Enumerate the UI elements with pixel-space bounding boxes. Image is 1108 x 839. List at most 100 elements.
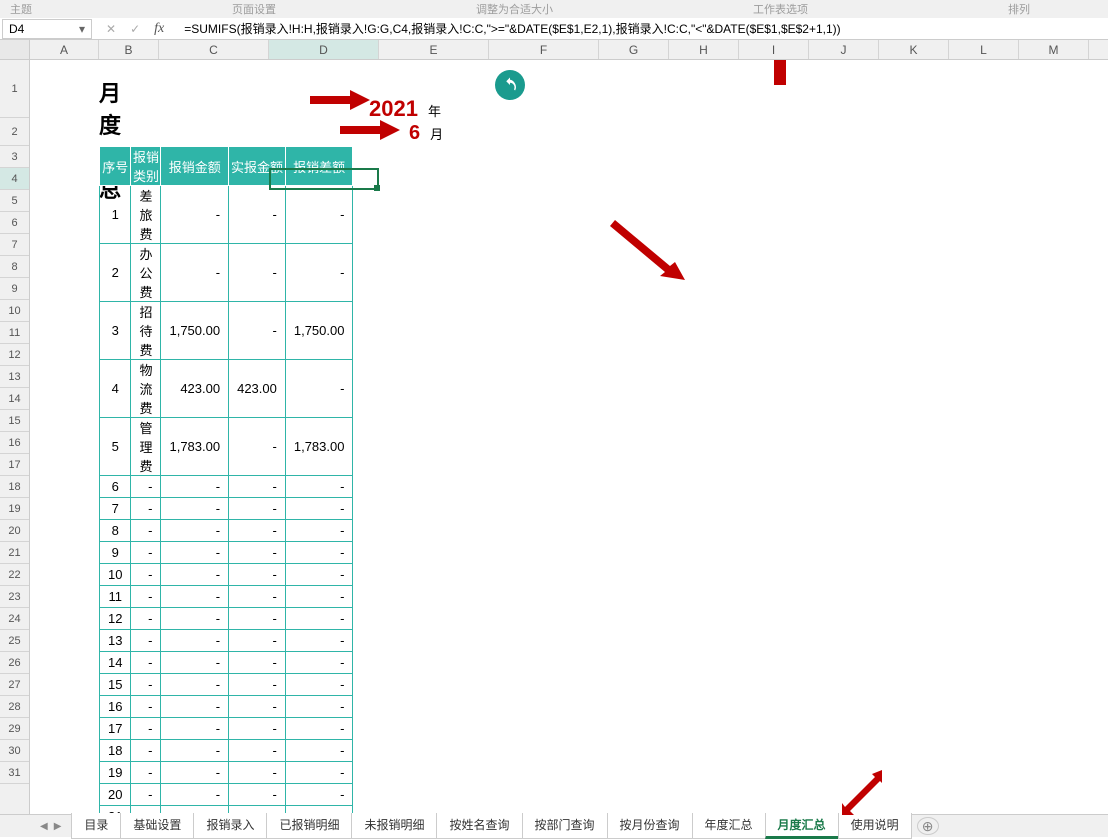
cell[interactable]: 7 bbox=[100, 498, 131, 520]
cell[interactable]: 8 bbox=[100, 520, 131, 542]
row-header[interactable]: 5 bbox=[0, 190, 29, 212]
sheet-tab[interactable]: 已报销明细 bbox=[266, 813, 352, 839]
select-all-corner[interactable] bbox=[0, 40, 30, 59]
fill-handle[interactable] bbox=[374, 185, 380, 191]
row-header[interactable]: 9 bbox=[0, 278, 29, 300]
cell[interactable]: - bbox=[229, 784, 286, 806]
row-header[interactable]: 29 bbox=[0, 718, 29, 740]
cell[interactable]: - bbox=[131, 542, 161, 564]
row-header[interactable]: 8 bbox=[0, 256, 29, 278]
col-header-C[interactable]: C bbox=[159, 40, 269, 59]
cell[interactable]: - bbox=[161, 718, 229, 740]
cell[interactable]: - bbox=[285, 762, 353, 784]
cell[interactable]: - bbox=[161, 498, 229, 520]
cell[interactable]: 10 bbox=[100, 564, 131, 586]
cell[interactable]: 2 bbox=[100, 244, 131, 302]
cell[interactable]: 18 bbox=[100, 740, 131, 762]
cell[interactable]: - bbox=[229, 586, 286, 608]
cell[interactable]: - bbox=[229, 740, 286, 762]
cell[interactable]: - bbox=[285, 564, 353, 586]
cell[interactable]: - bbox=[285, 652, 353, 674]
cell[interactable]: - bbox=[131, 784, 161, 806]
row-header[interactable]: 19 bbox=[0, 498, 29, 520]
cell[interactable]: - bbox=[131, 718, 161, 740]
cell[interactable]: - bbox=[229, 696, 286, 718]
cell[interactable]: - bbox=[229, 302, 286, 360]
cell[interactable]: - bbox=[161, 244, 229, 302]
col-header-K[interactable]: K bbox=[879, 40, 949, 59]
name-box[interactable]: D4 ▾ bbox=[2, 19, 92, 39]
cell[interactable]: - bbox=[285, 696, 353, 718]
row-header[interactable]: 6 bbox=[0, 212, 29, 234]
col-header-D[interactable]: D bbox=[269, 40, 379, 59]
cell[interactable]: - bbox=[131, 762, 161, 784]
sheet-tab[interactable]: 目录 bbox=[71, 813, 121, 839]
cell[interactable]: - bbox=[285, 608, 353, 630]
cell[interactable]: 1,750.00 bbox=[161, 302, 229, 360]
cell[interactable]: - bbox=[131, 476, 161, 498]
row-header[interactable]: 23 bbox=[0, 586, 29, 608]
sheet-tab[interactable]: 按部门查询 bbox=[522, 813, 608, 839]
cell[interactable]: - bbox=[131, 586, 161, 608]
row-header[interactable]: 1 bbox=[0, 60, 29, 118]
cell[interactable]: - bbox=[285, 674, 353, 696]
row-header[interactable]: 4 bbox=[0, 168, 29, 190]
cell[interactable]: - bbox=[285, 186, 353, 244]
row-header[interactable]: 7 bbox=[0, 234, 29, 256]
cell[interactable]: - bbox=[229, 608, 286, 630]
cell[interactable]: - bbox=[229, 674, 286, 696]
row-header[interactable]: 18 bbox=[0, 476, 29, 498]
name-box-dropdown-icon[interactable]: ▾ bbox=[79, 22, 85, 36]
cell[interactable]: - bbox=[161, 608, 229, 630]
month-value[interactable]: 6 bbox=[409, 122, 420, 145]
cell[interactable]: - bbox=[285, 718, 353, 740]
tab-nav-prev-icon[interactable]: ◀ bbox=[40, 821, 48, 832]
cell[interactable]: - bbox=[229, 520, 286, 542]
col-header-M[interactable]: M bbox=[1019, 40, 1089, 59]
sheet-tab[interactable]: 按月份查询 bbox=[607, 813, 693, 839]
sheet-tab[interactable]: 使用说明 bbox=[838, 813, 912, 839]
cell[interactable]: - bbox=[229, 476, 286, 498]
cell[interactable]: - bbox=[229, 186, 286, 244]
cell[interactable]: 4 bbox=[100, 360, 131, 418]
cell[interactable]: 3 bbox=[100, 302, 131, 360]
cell[interactable]: 20 bbox=[100, 784, 131, 806]
row-header[interactable]: 2 bbox=[0, 118, 29, 146]
cell[interactable]: - bbox=[161, 186, 229, 244]
cell[interactable]: 13 bbox=[100, 630, 131, 652]
cell[interactable]: - bbox=[131, 520, 161, 542]
cell[interactable]: 16 bbox=[100, 696, 131, 718]
th-amount[interactable]: 报销金额 bbox=[161, 147, 229, 186]
col-header-J[interactable]: J bbox=[809, 40, 879, 59]
row-header[interactable]: 24 bbox=[0, 608, 29, 630]
cell[interactable]: - bbox=[131, 498, 161, 520]
row-header[interactable]: 10 bbox=[0, 300, 29, 322]
cell[interactable]: - bbox=[229, 762, 286, 784]
cell[interactable]: - bbox=[285, 784, 353, 806]
row-header[interactable]: 13 bbox=[0, 366, 29, 388]
col-header-A[interactable]: A bbox=[30, 40, 99, 59]
row-header[interactable]: 26 bbox=[0, 652, 29, 674]
cell[interactable]: - bbox=[161, 542, 229, 564]
grid[interactable]: 月度汇总 2021 年 6 月 序号 报销类别 报销金额 实报金额 报销差额 bbox=[30, 60, 1108, 816]
cell[interactable]: - bbox=[131, 608, 161, 630]
cell[interactable]: - bbox=[229, 542, 286, 564]
tab-nav-buttons[interactable]: ◀ ▶ bbox=[30, 821, 71, 832]
cell[interactable]: - bbox=[229, 564, 286, 586]
col-header-B[interactable]: B bbox=[99, 40, 159, 59]
cell[interactable]: 管理费 bbox=[131, 418, 161, 476]
cell[interactable]: - bbox=[131, 630, 161, 652]
cell[interactable]: 1 bbox=[100, 186, 131, 244]
cell[interactable]: - bbox=[229, 718, 286, 740]
cell[interactable]: - bbox=[131, 696, 161, 718]
formula-cancel-icon[interactable]: ✕ bbox=[106, 22, 116, 36]
fx-icon[interactable]: fx bbox=[154, 21, 164, 37]
cell[interactable]: 1,783.00 bbox=[161, 418, 229, 476]
cell[interactable]: - bbox=[161, 784, 229, 806]
cell[interactable]: 差旅费 bbox=[131, 186, 161, 244]
row-header[interactable]: 20 bbox=[0, 520, 29, 542]
cell[interactable]: 15 bbox=[100, 674, 131, 696]
cell[interactable]: - bbox=[131, 564, 161, 586]
cell[interactable]: - bbox=[285, 360, 353, 418]
sheet-tab[interactable]: 报销录入 bbox=[193, 813, 267, 839]
